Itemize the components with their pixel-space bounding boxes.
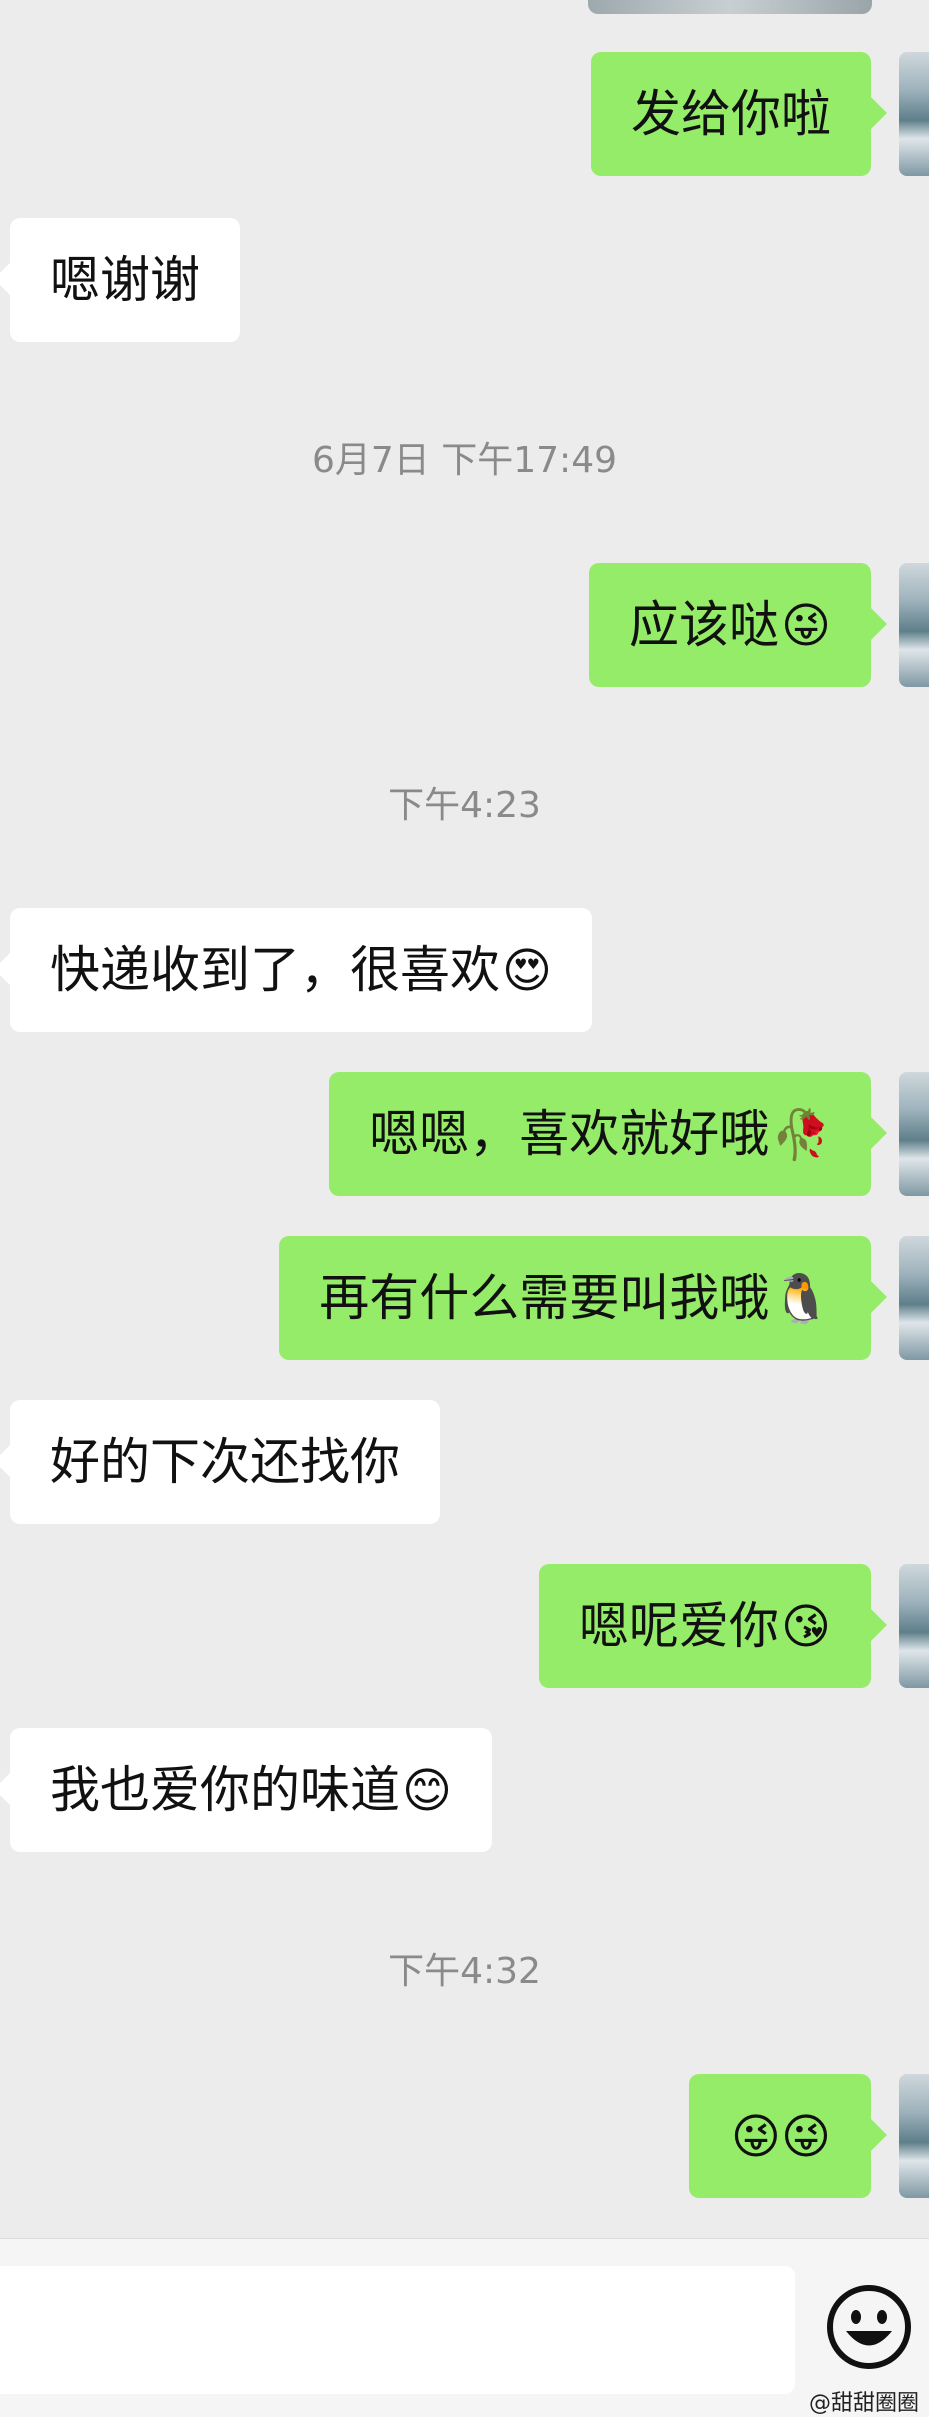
input-bar: @甜甜圈圈 — [0, 2238, 929, 2417]
message-text: 嗯嗯，喜欢就好哦 — [369, 1105, 770, 1163]
incoming-message[interactable]: 嗯谢谢 — [0, 218, 240, 342]
message-text: 嗯呢爱你 — [578, 1597, 779, 1655]
heart-eyes-emoji-icon: 😍 — [502, 943, 553, 999]
smiley-face-icon[interactable] — [826, 2284, 912, 2370]
timestamp: 6月7日 下午17:49 — [312, 440, 617, 481]
image-message-partial[interactable] — [588, 0, 872, 14]
message-text: 嗯谢谢 — [50, 251, 200, 309]
outgoing-message[interactable]: 再有什么需要叫我哦🐧 — [279, 1236, 887, 1360]
winking-tongue-emoji-icon: 😜😜 — [730, 2109, 831, 2165]
incoming-message[interactable]: 快递收到了，很喜欢😍 — [0, 908, 593, 1032]
my-avatar[interactable] — [899, 563, 929, 687]
message-text: 发给你啦 — [631, 85, 831, 143]
kiss-emoji-icon: 😘 — [780, 1599, 831, 1655]
watermark: @甜甜圈圈 — [808, 2391, 919, 2416]
my-avatar[interactable] — [899, 1072, 929, 1196]
incoming-message[interactable]: 我也爱你的味道😊 — [0, 1728, 493, 1852]
outgoing-message[interactable]: 嗯嗯，喜欢就好哦🥀 — [329, 1072, 887, 1196]
my-avatar[interactable] — [899, 1236, 929, 1360]
outgoing-message[interactable]: 发给你啦 — [591, 52, 887, 176]
outgoing-message[interactable]: 应该哒😜 — [588, 563, 888, 687]
message-text: 快递收到了，很喜欢 — [50, 941, 500, 999]
message-text: 好的下次还找你 — [50, 1433, 400, 1491]
outgoing-message[interactable]: 😜😜 — [688, 2074, 888, 2198]
winking-tongue-emoji-icon: 😜 — [780, 598, 831, 654]
my-avatar[interactable] — [899, 2074, 929, 2198]
rose-emoji-icon: 🥀 — [771, 1107, 831, 1163]
message-text: 我也爱你的味道 — [50, 1761, 400, 1819]
my-avatar[interactable] — [899, 1564, 929, 1688]
chat-history[interactable]: 发给你啦 嗯谢谢 6月7日 下午17:49 应该哒😜 下午4:23 快递收到了，… — [0, 0, 929, 2238]
smiling-emoji-icon: 😊 — [402, 1763, 453, 1819]
my-avatar[interactable] — [899, 52, 929, 176]
message-text: 应该哒 — [628, 596, 779, 654]
timestamp: 下午4:32 — [388, 1951, 541, 1992]
penguin-emoji-icon: 🐧 — [771, 1271, 831, 1327]
outgoing-message[interactable]: 嗯呢爱你😘 — [538, 1564, 888, 1688]
incoming-message[interactable]: 好的下次还找你 — [0, 1400, 440, 1524]
message-input[interactable] — [0, 2266, 795, 2394]
message-text: 再有什么需要叫我哦 — [319, 1269, 770, 1327]
timestamp: 下午4:23 — [388, 785, 541, 826]
